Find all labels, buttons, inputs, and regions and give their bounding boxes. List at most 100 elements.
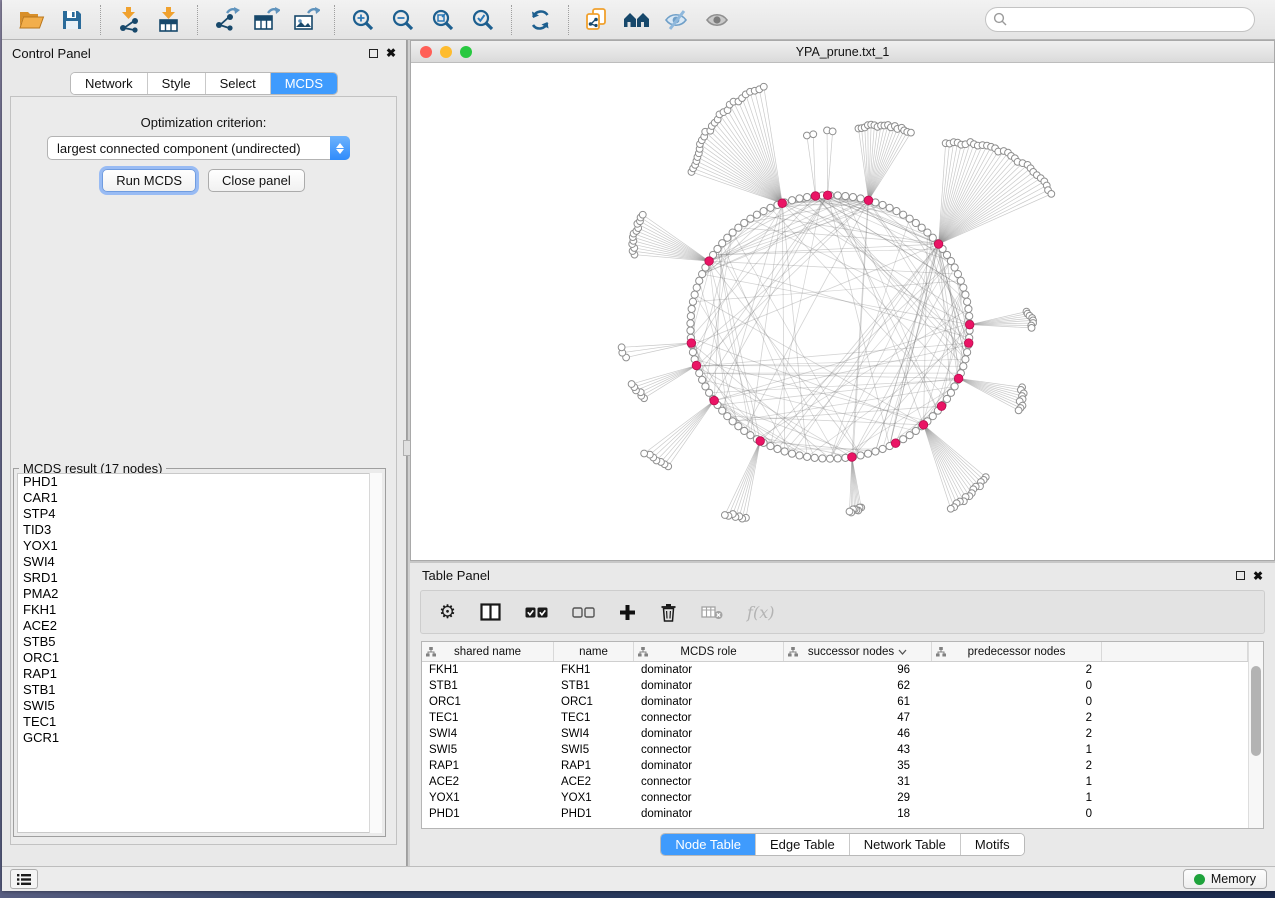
float-table-panel-icon[interactable] (1236, 571, 1245, 580)
mcds-node[interactable] (692, 361, 701, 370)
mcds-node[interactable] (965, 320, 974, 329)
scrollbar-thumb[interactable] (1251, 666, 1261, 756)
select-all-button[interactable] (525, 606, 548, 619)
table-cell[interactable]: FKH1 (422, 662, 554, 678)
split-view-button[interactable] (480, 603, 501, 621)
table-scrollbar[interactable] (1248, 642, 1263, 828)
network-node[interactable] (693, 284, 700, 291)
network-node[interactable] (962, 291, 969, 298)
network-node[interactable] (819, 455, 826, 462)
table-cell[interactable]: 61 (784, 694, 932, 710)
tab-network[interactable]: Network (71, 73, 148, 94)
tab-edge-table[interactable]: Edge Table (756, 834, 850, 855)
table-cell[interactable]: 1 (932, 742, 1102, 758)
table-cell[interactable]: PHD1 (422, 806, 554, 822)
network-node[interactable] (699, 270, 706, 277)
fan-node[interactable] (803, 132, 810, 139)
mcds-node[interactable] (705, 257, 714, 266)
table-cell[interactable]: connector (634, 710, 784, 726)
fan-node[interactable] (846, 508, 853, 515)
network-node[interactable] (788, 197, 795, 204)
network-node[interactable] (857, 452, 864, 459)
export-table-button[interactable] (246, 3, 286, 37)
table-cell[interactable]: RAP1 (422, 758, 554, 774)
table-cell[interactable]: SWI5 (554, 742, 634, 758)
mcds-result-item[interactable]: STP4 (18, 506, 381, 522)
float-panel-icon[interactable] (369, 49, 378, 58)
network-node[interactable] (951, 264, 958, 271)
fan-node[interactable] (947, 505, 954, 512)
fan-node[interactable] (618, 344, 625, 351)
show-all-button[interactable] (697, 3, 737, 37)
table-cell[interactable]: SWI4 (554, 726, 634, 742)
table-cell[interactable]: 1 (932, 790, 1102, 806)
close-table-panel-icon[interactable]: ✖ (1253, 570, 1263, 582)
refresh-layout-button[interactable] (520, 3, 560, 37)
table-cell[interactable]: 0 (932, 678, 1102, 694)
network-node[interactable] (753, 211, 760, 218)
table-cell[interactable]: ACE2 (554, 774, 634, 790)
save-session-button[interactable] (52, 3, 92, 37)
network-node[interactable] (849, 193, 856, 200)
column-header-predecessor-nodes[interactable]: predecessor nodes (932, 642, 1102, 661)
network-node[interactable] (962, 356, 969, 363)
table-cell[interactable]: 0 (932, 694, 1102, 710)
table-cell[interactable]: FKH1 (554, 662, 634, 678)
first-neighbors-button[interactable] (617, 3, 657, 37)
table-cell[interactable]: 31 (784, 774, 932, 790)
network-node[interactable] (747, 215, 754, 222)
mcds-node[interactable] (891, 439, 900, 448)
network-node[interactable] (957, 277, 964, 284)
mcds-result-item[interactable]: SRD1 (18, 570, 381, 586)
table-cell[interactable]: connector (634, 742, 784, 758)
fan-node[interactable] (829, 128, 836, 135)
mcds-result-item[interactable]: CAR1 (18, 490, 381, 506)
network-node[interactable] (687, 312, 694, 319)
mcds-node[interactable] (710, 396, 719, 405)
column-header-mcds-role[interactable]: MCDS role (634, 642, 784, 661)
network-node[interactable] (687, 320, 694, 327)
table-cell[interactable]: 2 (932, 662, 1102, 678)
table-cell[interactable]: dominator (634, 694, 784, 710)
network-node[interactable] (826, 455, 833, 462)
table-cell[interactable]: TEC1 (422, 710, 554, 726)
network-node[interactable] (900, 211, 907, 218)
mcds-node[interactable] (954, 374, 963, 383)
table-cell[interactable]: 29 (784, 790, 932, 806)
close-panel-icon[interactable]: ✖ (386, 47, 396, 59)
table-settings-button[interactable]: ⚙ (439, 603, 456, 622)
mcds-result-item[interactable]: TEC1 (18, 714, 381, 730)
network-node[interactable] (864, 450, 871, 457)
zoom-out-button[interactable] (383, 3, 423, 37)
network-node[interactable] (960, 284, 967, 291)
table-row[interactable]: SWI5SWI5connector431 (422, 742, 1248, 758)
tab-select[interactable]: Select (206, 73, 271, 94)
zoom-selected-button[interactable] (463, 3, 503, 37)
close-panel-button[interactable]: Close panel (208, 169, 305, 192)
table-cell[interactable]: ACE2 (422, 774, 554, 790)
mcds-node[interactable] (823, 191, 832, 200)
mcds-result-item[interactable]: PMA2 (18, 586, 381, 602)
mcds-result-item[interactable]: STB1 (18, 682, 381, 698)
tab-motifs[interactable]: Motifs (961, 834, 1024, 855)
network-node[interactable] (842, 192, 849, 199)
run-mcds-button[interactable]: Run MCDS (102, 169, 196, 192)
fan-node[interactable] (1028, 324, 1035, 331)
window-close-icon[interactable] (420, 46, 432, 58)
zoom-in-button[interactable] (343, 3, 383, 37)
table-cell[interactable]: 46 (784, 726, 932, 742)
network-node[interactable] (796, 195, 803, 202)
network-node[interactable] (767, 204, 774, 211)
mcds-node[interactable] (934, 240, 943, 249)
table-cell[interactable]: 47 (784, 710, 932, 726)
mcds-result-item[interactable]: RAP1 (18, 666, 381, 682)
table-cell[interactable]: 1 (932, 774, 1102, 790)
fan-node[interactable] (1015, 407, 1022, 414)
table-cell[interactable]: SWI4 (422, 726, 554, 742)
table-cell[interactable]: dominator (634, 678, 784, 694)
table-cell[interactable]: 43 (784, 742, 932, 758)
network-node[interactable] (774, 445, 781, 452)
mcds-list-scrollbar[interactable] (369, 473, 382, 833)
fan-node[interactable] (760, 83, 767, 90)
network-node[interactable] (966, 312, 973, 319)
